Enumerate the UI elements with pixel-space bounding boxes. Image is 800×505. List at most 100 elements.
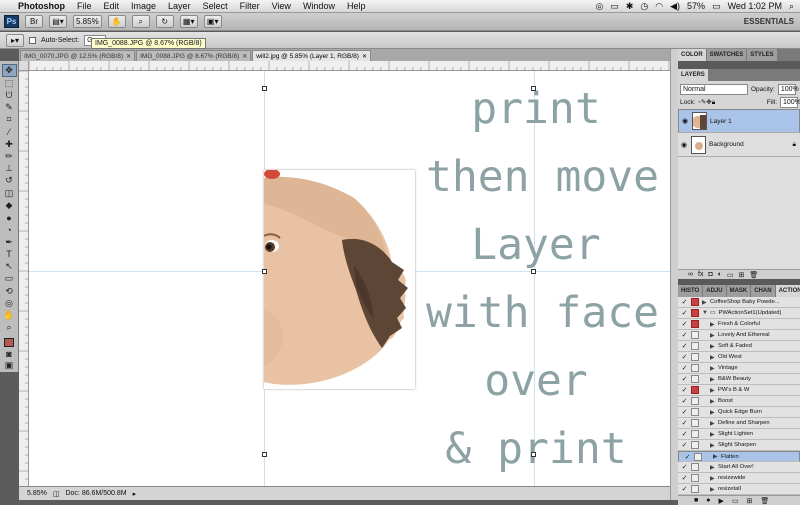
app-menu[interactable]: Photoshop xyxy=(18,1,65,11)
tab-actions[interactable]: ACTIONS xyxy=(775,285,800,297)
close-icon[interactable]: ✕ xyxy=(242,53,247,60)
transform-handle[interactable] xyxy=(531,269,536,274)
collapse-triangle-icon[interactable]: ▶ xyxy=(710,475,718,482)
checkmark-icon[interactable]: ✓ xyxy=(680,485,689,494)
blur-tool-icon[interactable]: ● xyxy=(2,212,17,224)
close-icon[interactable]: ✕ xyxy=(362,53,367,60)
transform-handle[interactable] xyxy=(262,452,267,457)
move-tool-icon[interactable]: ✥ xyxy=(1,64,17,77)
history-brush-tool-icon[interactable]: ↺ xyxy=(2,175,17,187)
menu-layer[interactable]: Layer xyxy=(168,1,191,11)
bridge-button[interactable]: Br xyxy=(25,15,43,28)
tab-color[interactable]: COLOR xyxy=(678,49,706,61)
lasso-tool-icon[interactable]: ᕫ xyxy=(2,89,17,101)
layer-style-icon[interactable]: fx xyxy=(698,271,703,278)
shape-tool-icon[interactable]: ▭ xyxy=(2,273,17,285)
arrange-documents-button[interactable]: ▦▾ xyxy=(179,15,198,28)
menu-edit[interactable]: Edit xyxy=(104,1,120,11)
blend-mode-select[interactable]: Normal xyxy=(680,84,748,95)
menu-window[interactable]: Window xyxy=(303,1,335,11)
status-zoom[interactable]: 5.85% xyxy=(27,490,47,497)
menu-filter[interactable]: Filter xyxy=(240,1,260,11)
rotate-view-button[interactable]: ↻ xyxy=(155,15,174,28)
sync-icon[interactable]: ◎ xyxy=(595,1,603,12)
checkmark-icon[interactable]: ✓ xyxy=(680,474,689,483)
action-row[interactable]: ✓ ▶ Define and Sharpen xyxy=(678,418,800,429)
action-row[interactable]: ✓ ▶ Vintage xyxy=(678,363,800,374)
collapse-triangle-icon[interactable]: ▶ xyxy=(713,453,721,460)
collapse-triangle-icon[interactable]: ▶ xyxy=(710,321,718,328)
dialog-toggle-icon[interactable] xyxy=(694,452,702,461)
dialog-toggle-icon[interactable] xyxy=(691,430,699,438)
action-row[interactable]: ✓ ▶ PW's B & W xyxy=(678,385,800,396)
action-row[interactable]: ✓ ▶ Quick Edge Burn xyxy=(678,407,800,418)
dialog-toggle-icon[interactable] xyxy=(691,419,699,427)
clone-stamp-tool-icon[interactable]: ⊥ xyxy=(2,163,17,175)
record-icon[interactable]: ● xyxy=(706,497,710,504)
action-row[interactable]: ✓ ▶ resizewide xyxy=(678,473,800,484)
checkmark-icon[interactable]: ✓ xyxy=(680,397,689,406)
checkmark-icon[interactable]: ✓ xyxy=(683,452,692,461)
checkmark-icon[interactable]: ✓ xyxy=(680,408,689,417)
ruler-vertical[interactable] xyxy=(19,70,29,486)
collapse-triangle-icon[interactable]: ▶ xyxy=(710,376,718,383)
checkmark-icon[interactable]: ✓ xyxy=(680,430,689,439)
ruler-horizontal[interactable] xyxy=(28,61,670,71)
menu-file[interactable]: File xyxy=(77,1,92,11)
3d-orbit-tool-icon[interactable]: ◎ xyxy=(2,297,17,309)
collapse-triangle-icon[interactable]: ▶ xyxy=(710,354,718,361)
hand-tool-button[interactable]: ✋ xyxy=(107,15,126,28)
layer-photo-face[interactable] xyxy=(263,169,415,389)
tab-styles[interactable]: STYLES xyxy=(747,49,777,61)
lock-icons[interactable]: ▫✎✥🔒︎ xyxy=(699,98,716,107)
checkmark-icon[interactable]: ✓ xyxy=(680,386,689,395)
dialog-toggle-icon[interactable] xyxy=(691,298,699,306)
quick-select-tool-icon[interactable]: ✎ xyxy=(2,101,17,113)
action-row[interactable]: ✓ ▼ ▭ PWActionSet1(Updated) xyxy=(678,308,800,319)
dialog-toggle-icon[interactable] xyxy=(691,353,699,361)
layer-row[interactable]: ◉ Layer 1 xyxy=(678,109,800,133)
screen-mode-icon[interactable]: ▣ xyxy=(2,360,17,372)
zoom-level-select[interactable]: 5.85% xyxy=(73,15,102,28)
status-menu-icon[interactable]: ▸ xyxy=(133,490,137,498)
foreground-color-swatch[interactable] xyxy=(4,337,14,348)
move-tool-preset[interactable]: ▸▾ xyxy=(6,33,24,47)
tab-layers[interactable]: LAYERS xyxy=(678,69,708,81)
doc-tab[interactable]: IMG_0070.JPG @ 12.5% (RGB/8) ✕ xyxy=(20,50,136,61)
checkmark-icon[interactable]: ✓ xyxy=(680,320,689,329)
collapse-triangle-icon[interactable]: ▶ xyxy=(710,332,718,339)
eraser-tool-icon[interactable]: ◫ xyxy=(2,187,17,199)
action-row[interactable]: ✓ ▶ Lovely And Ethereal xyxy=(678,330,800,341)
collapse-triangle-icon[interactable]: ▶ xyxy=(710,387,718,394)
transform-handle[interactable] xyxy=(262,86,267,91)
dialog-toggle-icon[interactable] xyxy=(691,386,699,394)
view-extras-button[interactable]: ▤▾ xyxy=(49,15,67,28)
action-row[interactable]: ✓ ▶ Slight Lighten xyxy=(678,429,800,440)
dialog-toggle-icon[interactable] xyxy=(691,485,699,493)
doc-info[interactable]: Doc: 86.6M/500.8M xyxy=(65,490,126,497)
link-layers-icon[interactable]: ∞ xyxy=(688,271,693,278)
play-icon[interactable]: ▶ xyxy=(718,497,723,505)
dialog-toggle-icon[interactable] xyxy=(691,309,699,317)
display-icon[interactable]: ▭ xyxy=(610,1,619,12)
new-action-icon[interactable]: ⊞ xyxy=(746,497,752,505)
layer-mask-icon[interactable]: ◘ xyxy=(708,271,712,278)
trash-icon[interactable]: 🗑︎ xyxy=(749,271,758,279)
tab-history[interactable]: HISTO xyxy=(678,285,703,297)
close-icon[interactable]: ✕ xyxy=(126,53,131,60)
dialog-toggle-icon[interactable] xyxy=(691,342,699,350)
dialog-toggle-icon[interactable] xyxy=(691,441,699,449)
collapse-triangle-icon[interactable]: ▶ xyxy=(710,343,718,350)
checkmark-icon[interactable]: ✓ xyxy=(680,463,689,472)
doc-tab-active[interactable]: will2.jpg @ 5.85% (Layer 1, RGB/8) ✕ xyxy=(252,50,371,61)
transform-handle[interactable] xyxy=(262,269,267,274)
new-set-icon[interactable]: ▭ xyxy=(732,497,739,505)
paint-bucket-tool-icon[interactable]: ◆ xyxy=(2,199,17,211)
tab-adjustments[interactable]: ADJU xyxy=(703,285,726,297)
transform-handle[interactable] xyxy=(531,86,536,91)
action-row[interactable]: ✓ ▶ Boost xyxy=(678,396,800,407)
tab-masks[interactable]: MASK xyxy=(726,285,751,297)
checkmark-icon[interactable]: ✓ xyxy=(680,309,689,318)
action-row[interactable]: ✓ ▶ Slight Sharpen xyxy=(678,440,800,451)
ruler-corner[interactable] xyxy=(19,61,29,71)
